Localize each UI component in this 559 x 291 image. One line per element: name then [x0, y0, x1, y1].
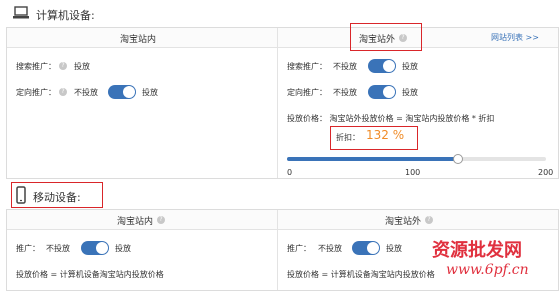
- computer-section-title: 计算机设备:: [36, 9, 95, 22]
- search-promo-label: 搜索推广：: [16, 62, 56, 71]
- help-icon[interactable]: ?: [59, 88, 67, 96]
- help-icon[interactable]: ?: [157, 216, 165, 224]
- search-promo-label: 搜索推广：: [287, 62, 327, 71]
- toggle-knob: [367, 242, 379, 254]
- toggle-on-label: 投放: [386, 244, 402, 253]
- toggle-off-label: 不投放: [333, 62, 357, 71]
- toggle-off-label: 不投放: [333, 88, 357, 97]
- mobile-in-promo-toggle[interactable]: [81, 241, 109, 255]
- watermark-title: 资源批发网: [432, 240, 522, 261]
- toggle-knob: [383, 86, 395, 98]
- price-formula: 投放价格： 淘宝站外投放价格 = 淘宝站内投放价格 * 折扣: [287, 114, 495, 123]
- col-title-in: 淘宝站内: [120, 35, 157, 45]
- toggle-off-label: 不投放: [74, 88, 98, 97]
- highlight-box-out-title: [350, 23, 422, 51]
- column-divider: [277, 28, 278, 178]
- watermark-url: www.6pf.cn: [446, 262, 529, 278]
- slider-max-label: 200: [538, 168, 554, 177]
- promo-label: 推广：: [287, 244, 311, 253]
- targeted-promo-label: 定向推广：: [287, 88, 327, 97]
- promo-label: 推广：: [16, 244, 40, 253]
- mobile-phone-icon: [16, 186, 26, 204]
- toggle-off-label: 不投放: [46, 244, 70, 253]
- mobile-out-price: 投放价格 = 计算机设备淘宝站内投放价格: [287, 270, 435, 279]
- toggle-on-label: 投放: [402, 62, 418, 71]
- mobile-in-price: 投放价格 = 计算机设备淘宝站内投放价格: [16, 270, 164, 279]
- mobile-out-promo-toggle[interactable]: [352, 241, 380, 255]
- site-list-link[interactable]: 网站列表 >>: [491, 32, 539, 43]
- targeted-promo-toggle[interactable]: [368, 85, 396, 99]
- discount-slider-handle[interactable]: [452, 154, 463, 164]
- discount-value: 132 %: [366, 128, 405, 142]
- discount-label: 折扣：: [336, 133, 360, 142]
- help-icon[interactable]: ?: [59, 62, 67, 70]
- search-promo-value: 投放: [74, 62, 90, 71]
- discount-slider-fill: [287, 157, 458, 161]
- slider-mid-label: 100: [405, 168, 421, 177]
- toggle-on-label: 投放: [115, 244, 131, 253]
- mobile-col-header-in: 淘宝站内 ?: [7, 210, 277, 230]
- toggle-knob: [123, 86, 135, 98]
- col-title-in: 淘宝站内: [117, 217, 154, 227]
- toggle-on-label: 投放: [402, 88, 418, 97]
- help-icon[interactable]: ?: [425, 216, 433, 224]
- column-divider: [277, 210, 278, 290]
- toggle-on-label: 投放: [142, 88, 158, 97]
- computer-col-header-in: 淘宝站内: [7, 28, 277, 48]
- toggle-knob: [96, 242, 108, 254]
- search-promo-toggle[interactable]: [368, 59, 396, 73]
- mobile-section-title: 移动设备:: [33, 191, 81, 204]
- mobile-col-header-out: 淘宝站外 ?: [277, 210, 558, 230]
- laptop-icon: [13, 6, 29, 20]
- col-title-out: 淘宝站外: [385, 217, 422, 227]
- slider-min-label: 0: [287, 168, 293, 177]
- targeted-promo-label: 定向推广：: [16, 88, 56, 97]
- toggle-knob: [383, 60, 395, 72]
- targeted-promo-toggle[interactable]: [108, 85, 136, 99]
- toggle-off-label: 不投放: [318, 244, 342, 253]
